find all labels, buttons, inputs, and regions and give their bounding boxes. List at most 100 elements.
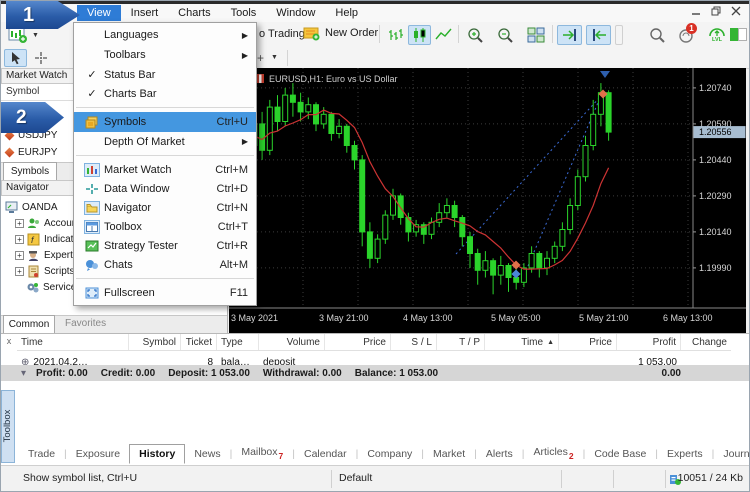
col-time[interactable]: Time: [17, 334, 129, 350]
navigator-icon: [86, 203, 98, 213]
expand-icon[interactable]: +: [15, 219, 24, 228]
close-icon[interactable]: [729, 5, 743, 17]
menu-charts[interactable]: Charts: [168, 5, 220, 21]
check-icon: ✓: [80, 68, 104, 81]
chart-shift-icon[interactable]: [586, 25, 611, 45]
col-type[interactable]: Type: [217, 334, 259, 350]
zoom-in-icon[interactable]: [463, 25, 488, 45]
toolbox-side-label: Toolbox: [2, 391, 13, 461]
col-profit[interactable]: Profit: [617, 334, 681, 350]
menu-item-label: Navigator: [104, 202, 151, 214]
search-icon[interactable]: [645, 25, 669, 45]
menu-item-languages[interactable]: Languages▶: [74, 25, 256, 45]
col-tp[interactable]: T / P: [437, 334, 485, 350]
menu-item-fullscreen[interactable]: Fullscreen F11: [74, 283, 256, 303]
bar-chart-style-icon[interactable]: [384, 25, 407, 45]
menu-window[interactable]: Window: [266, 5, 325, 21]
col-close-time[interactable]: Time▲: [485, 334, 559, 350]
col-price[interactable]: Price: [325, 334, 391, 350]
menu-item-toolbars[interactable]: Toolbars▶: [74, 45, 256, 65]
toolbox-side-tab[interactable]: Toolbox: [1, 390, 15, 463]
collapse-icon[interactable]: ▾: [21, 368, 26, 379]
tab-market[interactable]: Market: [424, 445, 474, 463]
col-symbol[interactable]: Symbol: [129, 334, 181, 350]
expand-icon[interactable]: +: [15, 251, 24, 260]
menu-item-shortcut: Ctrl+U: [217, 116, 248, 128]
auto-scroll-icon[interactable]: [557, 25, 582, 45]
tile-windows-icon[interactable]: [523, 25, 548, 45]
summary-deposit: Deposit: 1 053.00: [168, 368, 250, 379]
status-hint: Show symbol list, Ctrl+U: [23, 472, 137, 484]
tab-experts[interactable]: Experts: [658, 445, 712, 463]
menu-insert[interactable]: Insert: [121, 5, 169, 21]
col-label: Time: [521, 337, 543, 348]
chats-icon: [85, 259, 99, 271]
menu-item-data-window[interactable]: Data Window Ctrl+D: [74, 179, 256, 198]
data-window-icon: [85, 183, 99, 195]
navigator-tab-favorites[interactable]: Favorites: [65, 318, 106, 329]
minimize-icon[interactable]: [689, 5, 703, 17]
col-sl[interactable]: S / L: [391, 334, 437, 350]
col-ticket[interactable]: Ticket: [181, 334, 217, 350]
menu-item-symbols[interactable]: Symbols Ctrl+U: [74, 112, 256, 132]
annotation-number: 2: [16, 107, 27, 129]
tab-articles[interactable]: Articles2: [524, 443, 582, 463]
tab-history[interactable]: History: [129, 444, 185, 464]
tab-trade[interactable]: Trade: [19, 445, 64, 463]
lvl-icon[interactable]: LVL: [705, 24, 729, 44]
menu-view[interactable]: View: [77, 5, 121, 21]
menu-help[interactable]: Help: [325, 5, 368, 21]
objects-caret-icon[interactable]: ▼: [271, 54, 278, 61]
crosshair-icon[interactable]: [29, 49, 52, 67]
tab-news[interactable]: News: [185, 445, 229, 463]
col-change[interactable]: Change: [681, 334, 731, 350]
expand-icon[interactable]: +: [15, 235, 24, 244]
tab-company[interactable]: Company: [358, 445, 421, 463]
tab-journal[interactable]: Journal: [714, 445, 750, 463]
eurusd-h1-chart[interactable]: 1.207401.205901.204401.202901.201401.199…: [229, 68, 746, 333]
svg-text:4 May 13:00: 4 May 13:00: [403, 313, 453, 323]
zoom-out-icon[interactable]: [493, 25, 518, 45]
expand-icon[interactable]: +: [15, 267, 24, 276]
tab-exposure[interactable]: Exposure: [67, 445, 129, 463]
col-close-price[interactable]: Price: [559, 334, 617, 350]
menu-item-navigator[interactable]: Navigator Ctrl+N: [74, 198, 256, 217]
menu-tools[interactable]: Tools: [221, 5, 267, 21]
menu-item-market-watch[interactable]: Market Watch Ctrl+M: [74, 160, 256, 179]
menu-item-strategy-tester[interactable]: Strategy Tester Ctrl+R: [74, 236, 256, 255]
restore-icon[interactable]: [709, 5, 723, 17]
submenu-arrow-icon: ▶: [242, 51, 248, 60]
toolbox-close-icon[interactable]: x: [4, 336, 14, 346]
new-order-button[interactable]: New Order: [303, 25, 378, 41]
algo-trading-button[interactable]: o Trading: [259, 28, 305, 40]
notifications-icon[interactable]: 1: [674, 25, 700, 45]
notification-badge: 1: [686, 23, 697, 34]
tab-mailbox[interactable]: Mailbox7: [232, 443, 292, 463]
col-volume[interactable]: Volume: [259, 334, 325, 350]
indicators-button-partial[interactable]: [615, 25, 623, 45]
cursor-icon[interactable]: [4, 49, 27, 67]
add-object-icon[interactable]: +: [257, 51, 264, 65]
menu-item-charts-bar[interactable]: ✓Charts Bar: [74, 84, 256, 103]
menu-item-toolbox[interactable]: Toolbox Ctrl+T: [74, 217, 256, 236]
window-controls: [689, 5, 743, 17]
tab-calendar[interactable]: Calendar: [295, 445, 356, 463]
tab-code-base[interactable]: Code Base: [585, 445, 655, 463]
market-watch-tab-symbols[interactable]: Symbols: [3, 162, 57, 180]
status-profile[interactable]: Default: [339, 472, 372, 484]
menu-item-label: Charts Bar: [104, 88, 157, 100]
svg-text:3 May 2021: 3 May 2021: [231, 313, 278, 323]
chart-panel[interactable]: 1.207401.205901.204401.202901.201401.199…: [229, 68, 746, 333]
menu-item-chats[interactable]: Chats Alt+M: [74, 255, 256, 274]
candlestick-style-icon[interactable]: [408, 25, 431, 45]
menu-item-label: Status Bar: [104, 69, 155, 81]
check-icon: ✓: [80, 87, 104, 100]
tab-alerts[interactable]: Alerts: [477, 445, 522, 463]
line-chart-style-icon[interactable]: [432, 25, 455, 45]
menu-item-depth-of-market[interactable]: Depth Of Market▶: [74, 132, 256, 151]
navigator-tab-common[interactable]: Common: [3, 315, 55, 333]
menu-item-shortcut: Ctrl+R: [217, 240, 248, 252]
menu-item-status-bar[interactable]: ✓Status Bar: [74, 65, 256, 84]
new-chart-caret-icon[interactable]: ▼: [32, 32, 39, 39]
history-deal-row[interactable]: ⊕2021.04.2…8bala…deposit1 053.00: [17, 350, 681, 365]
